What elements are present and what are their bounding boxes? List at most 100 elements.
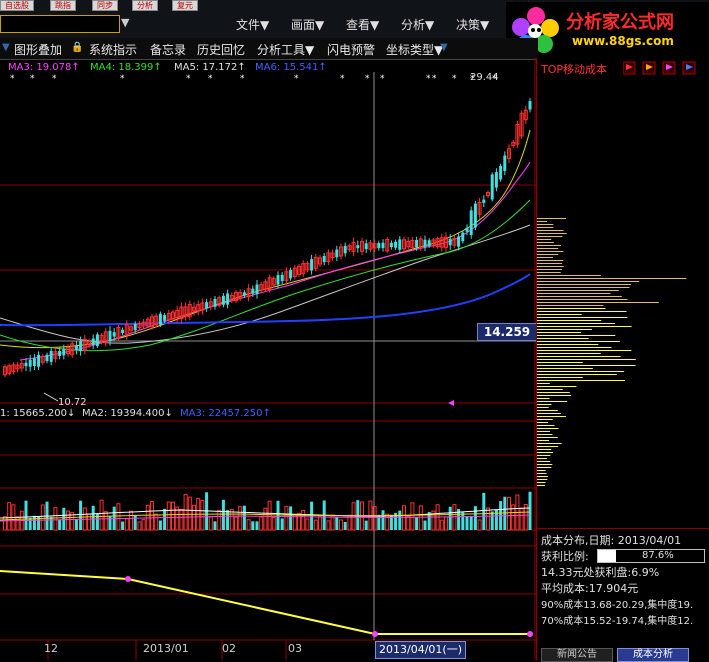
svg-text:*: *	[452, 74, 457, 84]
volume-bar	[226, 510, 230, 530]
cost-bar	[537, 485, 546, 486]
cost-bar	[537, 299, 628, 300]
profit-ratio-bar: 87.6%	[597, 549, 705, 563]
volume-bar	[356, 500, 360, 530]
volume-bar	[486, 507, 490, 531]
volume-bar	[166, 501, 171, 531]
history-tool[interactable]: 历史回忆	[197, 41, 245, 58]
cost-bar	[537, 386, 577, 387]
cost-90: 90%成本13.68-20.29,集中度19.	[541, 600, 694, 611]
cost-bar	[537, 398, 550, 399]
volume-bar	[234, 516, 238, 531]
svg-text:*: *	[365, 74, 370, 84]
cost-bar	[537, 389, 563, 390]
candle-body	[32, 358, 36, 366]
candle-body	[448, 238, 452, 246]
chart-area[interactable]: * * * * * * * * * * * * * * * * 29.44 10.72	[0, 58, 536, 660]
candle-body	[74, 345, 78, 351]
candle-body	[381, 242, 385, 249]
candle-body	[133, 323, 137, 331]
cost-bar	[537, 320, 602, 321]
candle-body	[163, 315, 167, 321]
sync-button[interactable]: 同步	[92, 0, 118, 11]
analysis-tools-dropdown[interactable]: 分析工具▼	[257, 41, 314, 58]
volume-bar	[179, 509, 184, 531]
system-indicator-tool[interactable]: 系统指示	[89, 41, 137, 58]
volume-bar	[284, 505, 289, 531]
volume-bar	[482, 492, 486, 530]
cost-bar	[537, 221, 548, 222]
candle-body	[469, 210, 473, 235]
candle-body	[473, 203, 477, 228]
volume-bar	[267, 500, 272, 531]
analysis-button[interactable]: 分析	[132, 0, 158, 11]
candlesticks	[3, 98, 532, 378]
candle-body	[95, 334, 99, 347]
volume-bar	[3, 516, 7, 531]
axis-type-dropdown[interactable]: 坐标类型▼	[386, 41, 443, 58]
candle-body	[242, 292, 246, 296]
cost-bar	[537, 350, 632, 351]
candle-body	[79, 341, 83, 352]
candle-body	[280, 274, 284, 282]
date-label-201301: 2013/01	[143, 642, 189, 655]
cost-bar	[537, 470, 546, 471]
candle-body	[255, 284, 259, 295]
candle-body	[389, 242, 393, 248]
flash-alert-tool[interactable]: 闪电预警	[327, 41, 375, 58]
menu-file[interactable]: 文件▼	[236, 16, 269, 33]
stock-code-input[interactable]	[0, 15, 120, 33]
volume-bar	[494, 509, 498, 530]
volume-bar	[200, 499, 205, 531]
watchlist-button[interactable]: 自选股	[0, 0, 34, 11]
cost-bar	[537, 482, 546, 483]
ma-green-line	[0, 199, 531, 352]
vol-ma1-legend: 1: 15665.200↓	[0, 408, 76, 419]
cost-bar	[537, 305, 604, 306]
indicator-point	[527, 631, 533, 637]
cost-bar	[537, 401, 568, 402]
volume-bar	[15, 516, 20, 531]
volume-bar	[208, 516, 213, 531]
memo-tool[interactable]: 备忘录	[150, 41, 186, 58]
svg-text:*: *	[340, 74, 345, 84]
cost-bar	[537, 308, 606, 309]
volume-bar	[276, 500, 280, 530]
cost-bar	[537, 359, 636, 360]
cost-bar	[537, 392, 570, 393]
cost-bar	[537, 236, 563, 237]
menu-view[interactable]: 查看▼	[346, 16, 379, 33]
jump-button[interactable]: 跳指	[50, 0, 76, 11]
lock-icon[interactable]: 🔒	[71, 42, 83, 53]
restore-button[interactable]: 复元	[172, 0, 198, 11]
volume-bar	[402, 505, 406, 531]
candle-body	[482, 199, 486, 203]
chevron-down-icon[interactable]: ▼	[121, 16, 129, 29]
cost-bar	[537, 476, 548, 477]
cost-bar	[537, 353, 601, 354]
volume-bar	[255, 521, 259, 530]
cost-bar	[537, 413, 561, 414]
volume-bar	[251, 521, 255, 530]
overlay-tool[interactable]: 图形叠加	[14, 41, 62, 58]
toolbar-more-icon[interactable]: ▼	[440, 42, 448, 53]
cost-bar	[537, 296, 622, 297]
chart-toolbar: ▼ 图形叠加 🔒 系统指示 备忘录 历史回忆 分析工具▼ 闪电预警 坐标类型▼ …	[0, 38, 538, 60]
candle-body	[62, 348, 66, 356]
toolbar-arrow-icon[interactable]: ▼	[2, 42, 10, 53]
cost-bar	[537, 383, 550, 384]
candle-body	[28, 359, 32, 367]
menu-decision[interactable]: 决策▼	[456, 16, 489, 33]
cost-bar	[537, 407, 549, 408]
ma-magenta-line	[19, 161, 531, 361]
volume-bar	[171, 501, 175, 531]
cost-bar	[537, 323, 615, 324]
menu-screen[interactable]: 画面▼	[291, 16, 324, 33]
volume-bar	[40, 504, 45, 531]
cost-bar	[537, 314, 582, 315]
menu-analysis[interactable]: 分析▼	[401, 16, 434, 33]
cost-bar	[537, 431, 550, 432]
candle-body	[108, 330, 112, 341]
volume-bar	[7, 502, 12, 531]
cost-bar	[537, 380, 625, 381]
